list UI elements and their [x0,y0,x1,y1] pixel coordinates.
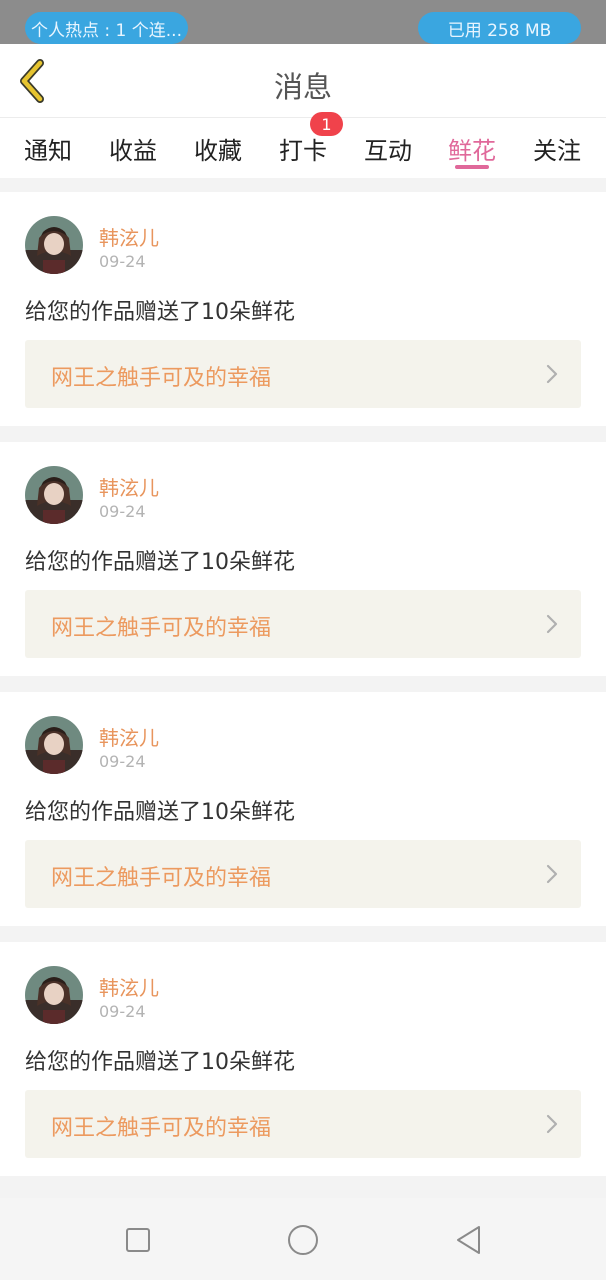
circle-home-icon [288,1225,318,1255]
work-link[interactable]: 网王之触手可及的幸福 [25,590,581,658]
tab-earnings[interactable]: 收益 [91,118,175,178]
recents-button[interactable] [118,1220,158,1260]
work-link[interactable]: 网王之触手可及的幸福 [25,1090,581,1158]
work-title: 网王之触手可及的幸福 [51,866,272,891]
tab-label: 收益 [109,136,157,165]
avatar-image [25,716,83,774]
tab-notifications[interactable]: 通知 [6,118,90,178]
back-nav-button[interactable] [448,1220,488,1260]
tab-label: 通知 [24,136,72,165]
avatar[interactable] [25,966,83,1024]
hotspot-label: 个人热点 : 1 个连... [31,20,182,41]
message-card: 韩泫儿 09-24 给您的作品赠送了10朵鲜花 网王之触手可及的幸福 [0,442,606,676]
memory-label: 已用 258 MB [447,20,552,41]
tab-bar: 通知 收益 收藏 打卡 1 互动 鲜花 关注 [0,112,606,178]
tab-label: 收藏 [194,136,242,165]
message-text: 给您的作品赠送了10朵鲜花 [25,300,295,325]
username[interactable]: 韩泫儿 [99,472,159,501]
avatar-image [25,466,83,524]
tab-label: 互动 [364,136,412,165]
username[interactable]: 韩泫儿 [99,222,159,251]
message-card: 韩泫儿 09-24 给您的作品赠送了10朵鲜花 网王之触手可及的幸福 [0,692,606,926]
header: 消息 [0,44,606,118]
username[interactable]: 韩泫儿 [99,722,159,751]
tab-label: 关注 [533,136,581,165]
home-button[interactable] [283,1220,323,1260]
avatar[interactable] [25,216,83,274]
chevron-right-icon [546,1114,558,1134]
checkin-badge: 1 [310,112,343,136]
chevron-right-icon [546,864,558,884]
avatar[interactable] [25,466,83,524]
message-date: 09-24 [99,252,146,271]
tab-flowers[interactable]: 鲜花 [430,118,514,178]
username[interactable]: 韩泫儿 [99,972,159,1001]
message-text: 给您的作品赠送了10朵鲜花 [25,550,295,575]
message-date: 09-24 [99,502,146,521]
avatar-image [25,216,83,274]
work-title: 网王之触手可及的幸福 [51,616,272,641]
message-date: 09-24 [99,752,146,771]
tab-favorites[interactable]: 收藏 [176,118,260,178]
message-text: 给您的作品赠送了10朵鲜花 [25,800,295,825]
message-card: 韩泫儿 09-24 给您的作品赠送了10朵鲜花 网王之触手可及的幸福 [0,192,606,426]
memory-pill[interactable]: 已用 258 MB [418,12,581,44]
message-date: 09-24 [99,1002,146,1021]
status-bar: 个人热点 : 1 个连... 已用 258 MB [0,0,606,44]
system-nav-bar [0,1198,606,1280]
work-link[interactable]: 网王之触手可及的幸福 [25,840,581,908]
chevron-right-icon [546,614,558,634]
chevron-right-icon [546,364,558,384]
work-title: 网王之触手可及的幸福 [51,1116,272,1141]
avatar-image [25,966,83,1024]
tab-interactions[interactable]: 互动 [346,118,430,178]
message-text: 给您的作品赠送了10朵鲜花 [25,1050,295,1075]
hotspot-pill[interactable]: 个人热点 : 1 个连... [25,12,188,44]
work-link[interactable]: 网王之触手可及的幸福 [25,340,581,408]
message-card: 韩泫儿 09-24 给您的作品赠送了10朵鲜花 网王之触手可及的幸福 [0,942,606,1176]
page-title: 消息 [273,70,332,104]
active-tab-indicator [455,165,489,169]
tab-follows[interactable]: 关注 [515,118,599,178]
tab-label: 鲜花 [448,136,496,165]
triangle-back-icon [457,1226,480,1254]
work-title: 网王之触手可及的幸福 [51,366,272,391]
avatar[interactable] [25,716,83,774]
tab-checkin[interactable]: 打卡 1 [261,112,345,178]
square-recents-icon [126,1228,150,1252]
